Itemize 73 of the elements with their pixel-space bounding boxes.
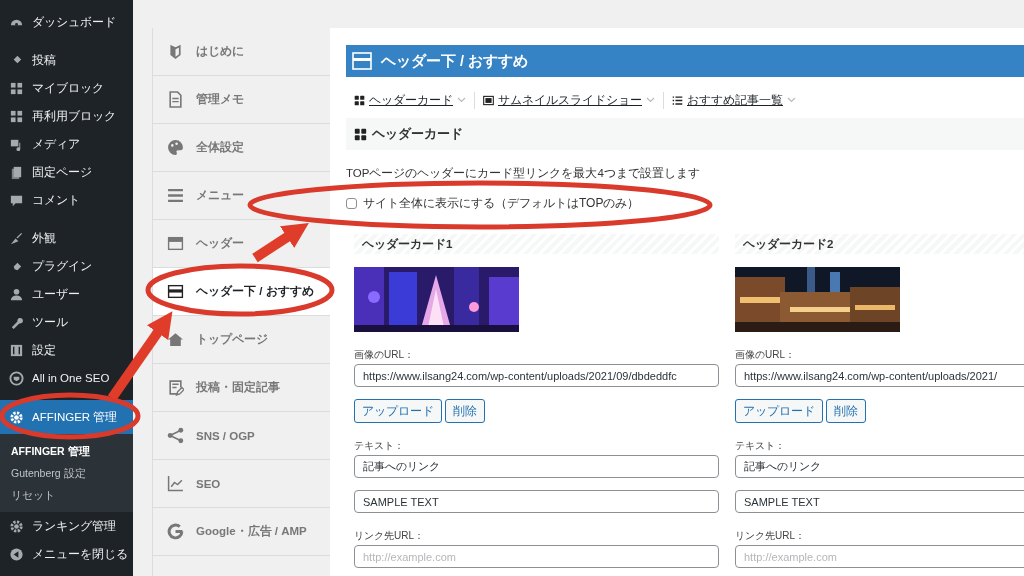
menu-icon xyxy=(167,187,184,204)
delete-button[interactable]: 削除 xyxy=(445,399,485,423)
grid-icon xyxy=(9,80,24,96)
text-field[interactable]: SAMPLE TEXT xyxy=(735,490,1024,513)
url-field[interactable]: https://www.ilsang24.com/wp-content/uploads/2021/ xyxy=(735,364,1024,387)
menu-item[interactable]: ランキング管理 xyxy=(0,512,133,540)
description: TOPページのヘッダーにカード型リンクを最大4つまで設置します xyxy=(346,166,701,181)
collapse-icon xyxy=(9,546,24,562)
caret-icon xyxy=(646,97,655,103)
card-title: ヘッダーカード2 xyxy=(735,234,1024,254)
menu-item[interactable]: 設定 xyxy=(0,336,133,364)
upload-button[interactable]: アップロード xyxy=(354,399,442,423)
pages-icon xyxy=(9,164,24,180)
section-link[interactable]: おすすめ記事一覧 xyxy=(687,91,783,109)
menu-item[interactable]: 固定ページ xyxy=(0,158,133,186)
menu-item[interactable]: 外観 xyxy=(0,224,133,252)
menu-item[interactable]: プラグイン xyxy=(0,252,133,280)
text-field[interactable]: 記事へのリンク xyxy=(354,455,719,478)
annotation-arrow xyxy=(252,222,309,263)
image-icon xyxy=(483,94,494,106)
grid-icon xyxy=(354,94,365,106)
field-label: リンク先URL： xyxy=(735,529,806,543)
submenu-item[interactable]: AFFINGER 管理 xyxy=(0,440,133,462)
g-icon xyxy=(167,523,184,540)
menu-item[interactable]: メニューを閉じる xyxy=(0,540,133,568)
menu-item[interactable]: コメント xyxy=(0,186,133,214)
delete-button[interactable]: 削除 xyxy=(826,399,866,423)
menu-item[interactable]: ユーザー xyxy=(0,280,133,308)
text-field[interactable]: SAMPLE TEXT xyxy=(354,490,719,513)
header-layout-icon xyxy=(167,235,184,252)
header-layout-icon xyxy=(167,283,184,300)
share-icon xyxy=(167,427,184,444)
caret-icon xyxy=(457,97,466,103)
header-layout-icon xyxy=(352,52,372,70)
menu-item[interactable]: All in One SEO xyxy=(0,364,133,392)
menu-item[interactable]: マイブロック xyxy=(0,74,133,102)
submenu-item[interactable]: リセット xyxy=(0,484,133,506)
grid-icon xyxy=(354,127,367,141)
sliders-icon xyxy=(9,342,24,358)
gear-icon xyxy=(9,409,24,425)
palette-icon xyxy=(167,139,184,156)
field-label: テキスト： xyxy=(354,439,405,453)
card-title: ヘッダーカード1 xyxy=(354,234,719,254)
field-label: 画像のURL： xyxy=(735,348,796,362)
grid-icon xyxy=(9,108,24,124)
line-chart-icon xyxy=(167,475,184,492)
section-link[interactable]: サムネイルスライドショー xyxy=(498,91,642,109)
field-label: テキスト： xyxy=(735,439,786,453)
section-link[interactable]: ヘッダーカード xyxy=(369,91,453,109)
menu-item[interactable]: メディア xyxy=(0,130,133,158)
checkbox-label: サイト全体に表示にする（デフォルトはTOPのみ） xyxy=(363,195,640,212)
field-label: 画像のURL： xyxy=(354,348,415,362)
edit-document-icon xyxy=(167,379,184,396)
text-field[interactable]: 記事へのリンク xyxy=(735,455,1024,478)
document-icon xyxy=(167,91,184,108)
submenu-item[interactable]: Gutenberg 設定 xyxy=(0,462,133,484)
menu-item[interactable]: 再利用ブロック xyxy=(0,102,133,130)
beginner-mark-icon xyxy=(167,43,184,60)
menu-item[interactable]: 投稿 xyxy=(0,46,133,74)
checkbox[interactable] xyxy=(346,198,357,209)
brush-icon xyxy=(9,230,24,246)
gear-icon xyxy=(9,518,24,534)
menu-item[interactable]: ツール xyxy=(0,308,133,336)
user-icon xyxy=(9,286,24,302)
field-label: リンク先URL： xyxy=(354,529,425,543)
menu-item[interactable]: ダッシュボード xyxy=(0,8,133,36)
url-field[interactable]: https://www.ilsang24.com/wp-content/uploads/2021/09/dbdeddfc xyxy=(354,364,719,387)
home-icon xyxy=(167,331,184,348)
section-title: ヘッダーカード xyxy=(372,125,463,143)
upload-button[interactable]: アップロード xyxy=(735,399,823,423)
caret-icon xyxy=(787,97,796,103)
list-icon xyxy=(672,94,683,106)
panel-title: ヘッダー下 / おすすめ xyxy=(381,51,529,71)
